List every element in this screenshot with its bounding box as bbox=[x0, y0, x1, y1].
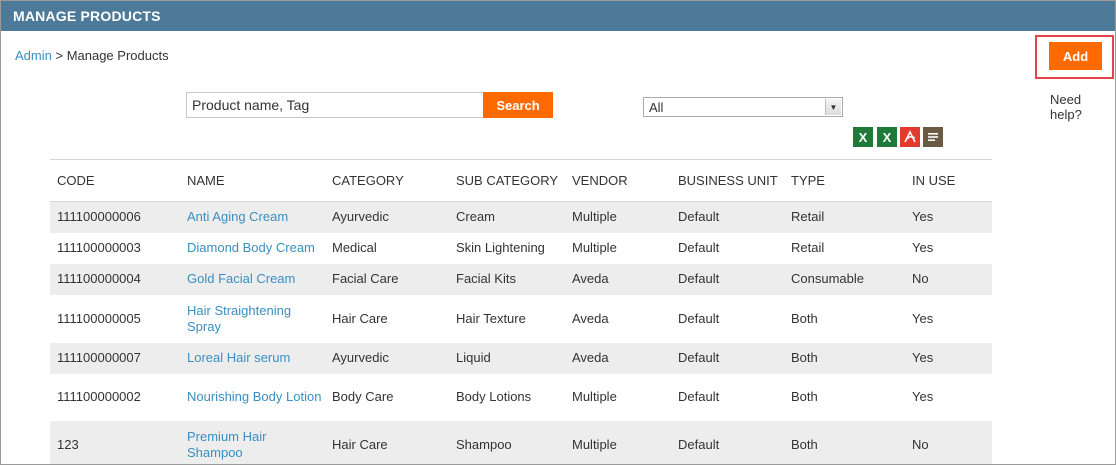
cell-code: 111100000007 bbox=[57, 350, 141, 365]
column-header-in-use[interactable]: IN USE bbox=[905, 159, 992, 202]
cell-type: Both bbox=[791, 436, 818, 452]
product-name-link[interactable]: Nourishing Body Lotion bbox=[180, 374, 325, 421]
product-name-link[interactable]: Hair Straightening Spray bbox=[180, 295, 325, 343]
product-name-link[interactable]: Premium Hair Shampoo bbox=[180, 421, 325, 465]
cell-category: Ayurvedic bbox=[332, 350, 389, 365]
cell-category: Hair Care bbox=[332, 310, 388, 326]
column-header-code[interactable]: CODE bbox=[50, 159, 180, 202]
filter-select[interactable]: All ▼ bbox=[643, 97, 843, 117]
search-button[interactable]: Search bbox=[483, 92, 553, 118]
app-window: MANAGE PRODUCTS Admin > Manage Products … bbox=[0, 0, 1116, 465]
cell-code: 123 bbox=[57, 436, 79, 452]
breadcrumb-admin-link[interactable]: Admin bbox=[15, 48, 52, 63]
cell-vendor: Aveda bbox=[572, 310, 609, 326]
column-header-business-unit[interactable]: BUSINESS UNIT bbox=[671, 159, 784, 202]
table-row: 111100000004 Gold Facial Cream Facial Ca… bbox=[50, 263, 992, 295]
products-table-container: CODE NAME CATEGORY SUB CATEGORY VENDOR B… bbox=[50, 159, 992, 465]
cell-business-unit: Default bbox=[678, 389, 720, 404]
excel-icon[interactable]: X bbox=[853, 127, 873, 147]
table-header-row: CODE NAME CATEGORY SUB CATEGORY VENDOR B… bbox=[50, 159, 992, 202]
column-header-sub-category[interactable]: SUB CATEGORY bbox=[449, 159, 565, 202]
cell-code: 111100000003 bbox=[57, 240, 141, 255]
products-table: CODE NAME CATEGORY SUB CATEGORY VENDOR B… bbox=[50, 159, 992, 465]
table-row: 111100000002 Nourishing Body Lotion Body… bbox=[50, 374, 992, 421]
column-header-category[interactable]: CATEGORY bbox=[325, 159, 449, 202]
cell-in-use: No bbox=[912, 436, 929, 452]
cell-in-use: Yes bbox=[912, 310, 934, 326]
cell-sub-category: Cream bbox=[456, 209, 496, 225]
cell-sub-category: Facial Kits bbox=[456, 271, 516, 286]
cell-type: Both bbox=[791, 389, 818, 404]
cell-in-use: Yes bbox=[912, 240, 934, 255]
cell-vendor: Multiple bbox=[572, 240, 617, 255]
cell-code: 111100000006 bbox=[57, 209, 141, 225]
breadcrumb-separator: > bbox=[51, 48, 67, 63]
table-row: 111100000005 Hair Straightening Spray Ha… bbox=[50, 295, 992, 343]
cell-in-use: Yes bbox=[912, 389, 934, 404]
text-icon[interactable] bbox=[923, 127, 943, 147]
column-header-name[interactable]: NAME bbox=[180, 159, 325, 202]
page-header: MANAGE PRODUCTS bbox=[1, 1, 1115, 31]
cell-vendor: Aveda bbox=[572, 271, 609, 286]
cell-vendor: Aveda bbox=[572, 350, 609, 365]
cell-business-unit: Default bbox=[678, 240, 720, 255]
cell-business-unit: Default bbox=[678, 310, 720, 326]
table-row: 123 Premium Hair Shampoo Hair Care Shamp… bbox=[50, 420, 992, 465]
cell-sub-category: Liquid bbox=[456, 350, 491, 365]
table-row: 111100000003 Diamond Body Cream Medical … bbox=[50, 233, 992, 264]
cell-business-unit: Default bbox=[678, 209, 720, 225]
cell-vendor: Multiple bbox=[572, 389, 617, 404]
cell-category: Facial Care bbox=[332, 271, 399, 286]
add-button[interactable]: Add bbox=[1049, 42, 1102, 70]
table-row: 111100000007 Loreal Hair serum Ayurvedic… bbox=[50, 342, 992, 374]
cell-type: Retail bbox=[791, 209, 825, 225]
pdf-icon[interactable] bbox=[900, 127, 920, 147]
breadcrumb-current: Manage Products bbox=[66, 48, 169, 63]
cell-sub-category: Hair Texture bbox=[456, 310, 526, 326]
cell-business-unit: Default bbox=[678, 271, 720, 286]
excel-icon[interactable]: X bbox=[877, 127, 897, 147]
product-name-link[interactable]: Diamond Body Cream bbox=[180, 233, 325, 264]
cell-vendor: Multiple bbox=[572, 436, 617, 452]
cell-in-use: Yes bbox=[912, 350, 934, 365]
cell-type: Both bbox=[791, 350, 818, 365]
cell-sub-category: Shampoo bbox=[456, 436, 512, 452]
filter-selected-value: All bbox=[649, 100, 664, 115]
column-header-type[interactable]: TYPE bbox=[784, 159, 905, 202]
product-name-link[interactable]: Anti Aging Cream bbox=[180, 202, 325, 233]
cell-type: Consumable bbox=[791, 271, 864, 286]
column-header-vendor[interactable]: VENDOR bbox=[565, 159, 671, 202]
cell-category: Ayurvedic bbox=[332, 209, 389, 225]
breadcrumb: Admin > Manage Products bbox=[15, 48, 169, 63]
page-title: MANAGE PRODUCTS bbox=[13, 8, 161, 24]
cell-business-unit: Default bbox=[678, 436, 720, 452]
cell-type: Both bbox=[791, 310, 818, 326]
cell-category: Body Care bbox=[332, 389, 394, 404]
cell-sub-category: Body Lotions bbox=[456, 389, 532, 404]
cell-category: Medical bbox=[332, 240, 377, 255]
cell-type: Retail bbox=[791, 240, 825, 255]
cell-code: 111100000002 bbox=[57, 389, 141, 404]
cell-category: Hair Care bbox=[332, 436, 388, 452]
product-name-link[interactable]: Loreal Hair serum bbox=[180, 343, 325, 374]
need-help-link[interactable]: Need help? bbox=[1050, 92, 1115, 122]
cell-in-use: No bbox=[912, 271, 929, 286]
search-input[interactable] bbox=[186, 92, 484, 118]
chevron-down-icon[interactable]: ▼ bbox=[825, 99, 841, 115]
product-name-link[interactable]: Gold Facial Cream bbox=[180, 264, 325, 295]
cell-business-unit: Default bbox=[678, 350, 720, 365]
cell-code: 111100000004 bbox=[57, 271, 141, 286]
cell-sub-category: Skin Lightening bbox=[456, 240, 545, 255]
cell-in-use: Yes bbox=[912, 209, 934, 225]
cell-code: 111100000005 bbox=[57, 310, 141, 326]
cell-vendor: Multiple bbox=[572, 209, 617, 225]
table-row: 111100000006 Anti Aging Cream Ayurvedic … bbox=[50, 201, 992, 233]
